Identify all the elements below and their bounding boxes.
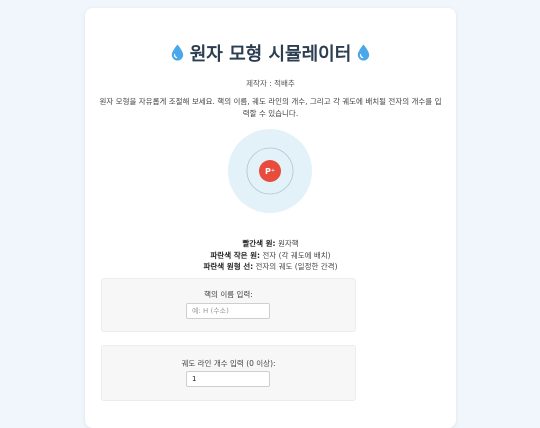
author-credit: 제작자 : 적배추 xyxy=(246,79,295,88)
orbit-count-input[interactable] xyxy=(186,371,270,387)
nucleus-name-input[interactable] xyxy=(186,303,270,319)
legend-item-electron: 파란색 작은 원: 전자 (각 궤도에 배치) xyxy=(210,250,331,260)
legend: 빨간색 원: 원자핵 파란색 작은 원: 전자 (각 궤도에 배치) 파란색 원… xyxy=(85,238,456,273)
nucleus-name-panel: 핵의 이름 입력: xyxy=(101,278,356,332)
droplet-icon xyxy=(171,44,184,66)
nucleus-label: P⁺ xyxy=(265,167,275,176)
droplet-icon xyxy=(357,44,370,66)
title-text: 원자 모형 시뮬레이터 xyxy=(189,44,352,65)
nucleus-name-label: 핵의 이름 입력: xyxy=(204,290,253,299)
page-title: 원자 모형 시뮬레이터 xyxy=(85,40,456,66)
legend-item-nucleus: 빨간색 원: 원자핵 xyxy=(242,239,299,248)
orbit-count-panel: 궤도 라인 개수 입력 (0 이상): xyxy=(101,345,356,401)
atom-model: P⁺ xyxy=(227,128,313,214)
simulator-card: 원자 모형 시뮬레이터 제작자 : 적배추 원자 모형을 자유롭게 조절해 보세… xyxy=(85,8,456,428)
description-text: 원자 모형을 자유롭게 조절해 보세요. 핵의 이름, 궤도 라인의 개수, 그… xyxy=(99,97,442,118)
orbit-count-label: 궤도 라인 개수 입력 (0 이상): xyxy=(181,359,276,368)
legend-item-orbit: 파란색 원형 선: 전자의 궤도 (일정한 간격) xyxy=(203,262,338,271)
